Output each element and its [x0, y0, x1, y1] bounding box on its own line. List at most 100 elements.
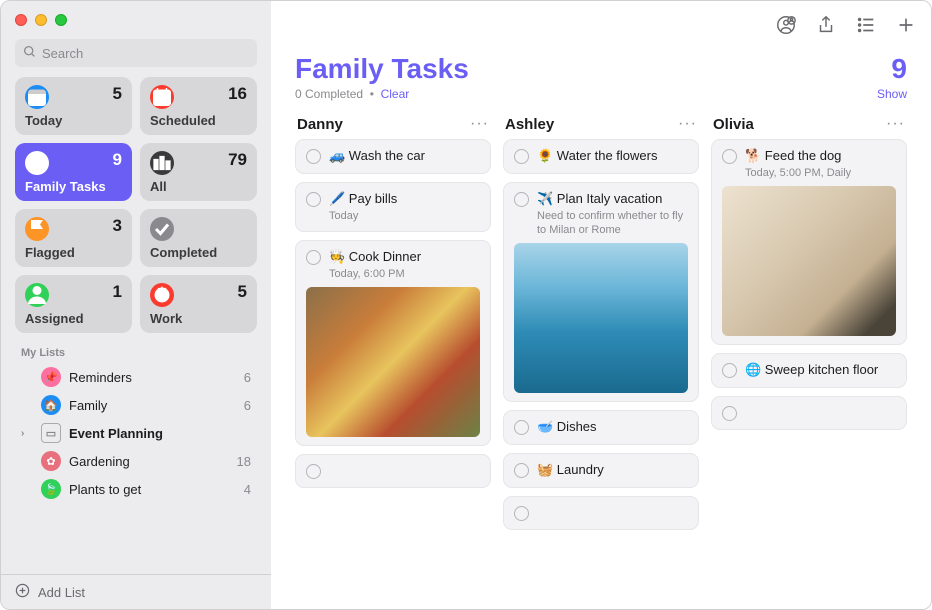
reminder-image — [722, 186, 896, 336]
smart-card-family[interactable]: 9 Family Tasks — [15, 143, 132, 201]
list-subheader: 0 Completed • Clear Show — [271, 87, 931, 111]
column: Danny ··· 🚙 Wash the car 🖊️ Pay billsToday 🧑… — [295, 111, 491, 599]
search-placeholder: Search — [42, 46, 83, 61]
list-group-event-planning[interactable]: › ▭ Event Planning — [7, 419, 265, 447]
reminder-checkbox[interactable] — [306, 192, 321, 207]
my-lists-header: My Lists — [7, 343, 265, 363]
smart-count: 1 — [113, 282, 122, 302]
clear-button[interactable]: Clear — [381, 87, 410, 101]
column-more-icon[interactable]: ··· — [678, 115, 697, 133]
smart-label: Completed — [150, 245, 217, 260]
share-icon[interactable] — [815, 14, 837, 36]
list-count: 6 — [244, 398, 251, 413]
reminder-title: 🌻 Water the flowers — [537, 148, 657, 165]
list-header: Family Tasks 9 — [271, 49, 931, 87]
list-item[interactable]: 📌Reminders6 — [7, 363, 265, 391]
smart-card-work[interactable]: 5 Work — [140, 275, 257, 333]
completed-icon — [150, 217, 174, 241]
reminder-card[interactable] — [711, 396, 907, 430]
list-icon: 🏠 — [41, 395, 61, 415]
reminder-title: 🌐 Sweep kitchen floor — [745, 362, 878, 379]
add-list-button[interactable]: Add List — [1, 574, 271, 609]
list-name: Plants to get — [69, 482, 236, 497]
reminder-checkbox[interactable] — [306, 464, 321, 479]
column: Olivia ··· 🐕 Feed the dogToday, 5:00 PM, D… — [711, 111, 907, 599]
smart-card-completed[interactable]: Completed — [140, 209, 257, 267]
reminder-title: 🖊️ Pay bills — [329, 191, 397, 208]
reminder-checkbox[interactable] — [722, 363, 737, 378]
family-icon — [25, 151, 49, 175]
column-header: Ashley··· — [503, 111, 699, 139]
search-icon — [23, 45, 36, 61]
reminder-checkbox[interactable] — [514, 420, 529, 435]
column-more-icon[interactable]: ··· — [886, 115, 905, 133]
reminder-title: ✈️ Plan Italy vacation — [537, 191, 662, 208]
smart-count: 16 — [228, 84, 247, 104]
show-button[interactable]: Show — [877, 87, 907, 101]
smart-count: 79 — [228, 150, 247, 170]
reminder-card[interactable]: 🧑‍🍳 Cook DinnerToday, 6:00 PM — [295, 240, 491, 446]
column-title: Olivia — [713, 116, 754, 133]
search-input[interactable]: Search — [15, 39, 257, 67]
reminder-checkbox[interactable] — [514, 149, 529, 164]
lists-section: My Lists 📌Reminders6🏠Family6 › ▭ Event P… — [1, 333, 271, 574]
smart-card-assigned[interactable]: 1 Assigned — [15, 275, 132, 333]
smart-card-all[interactable]: 79 All — [140, 143, 257, 201]
reminder-checkbox[interactable] — [514, 192, 529, 207]
list-title: Family Tasks — [295, 53, 469, 85]
reminder-card[interactable]: 🖊️ Pay billsToday — [295, 182, 491, 232]
plus-circle-icon — [15, 583, 30, 601]
minimize-window-button[interactable] — [35, 14, 47, 26]
columns-container: Danny ··· 🚙 Wash the car 🖊️ Pay billsToday 🧑… — [271, 111, 931, 609]
reminder-title: 🧺 Laundry — [537, 462, 604, 479]
add-reminder-icon[interactable] — [895, 14, 917, 36]
maximize-window-button[interactable] — [55, 14, 67, 26]
smart-label: Today — [25, 113, 62, 128]
today-icon — [25, 85, 49, 109]
reminder-subtitle: Today, 6:00 PM — [329, 267, 480, 281]
reminder-checkbox[interactable] — [306, 149, 321, 164]
list-name: Gardening — [69, 454, 229, 469]
smart-card-flagged[interactable]: 3 Flagged — [15, 209, 132, 267]
reminder-checkbox[interactable] — [306, 250, 321, 265]
reminder-checkbox[interactable] — [722, 149, 737, 164]
share-people-icon[interactable] — [775, 14, 797, 36]
reminder-card[interactable]: 🐕 Feed the dogToday, 5:00 PM, Daily — [711, 139, 907, 345]
smart-lists-grid: 5 Today 16 Scheduled 9 Family Tasks 79 A… — [1, 77, 271, 333]
reminder-checkbox[interactable] — [514, 463, 529, 478]
list-view-icon[interactable] — [855, 14, 877, 36]
reminder-card[interactable]: ✈️ Plan Italy vacationNeed to confirm wh… — [503, 182, 699, 402]
reminder-card[interactable]: 🚙 Wash the car — [295, 139, 491, 174]
reminder-checkbox[interactable] — [722, 406, 737, 421]
reminder-card[interactable] — [503, 496, 699, 530]
reminder-card[interactable] — [295, 454, 491, 488]
list-name: Family — [69, 398, 236, 413]
list-count: 4 — [244, 482, 251, 497]
reminder-card[interactable]: 🥣 Dishes — [503, 410, 699, 445]
column-title: Danny — [297, 116, 343, 133]
reminder-card[interactable]: 🧺 Laundry — [503, 453, 699, 488]
list-item[interactable]: ✿ Gardening 18 — [7, 447, 265, 475]
list-count: 18 — [237, 454, 251, 469]
reminder-title: 🚙 Wash the car — [329, 148, 425, 165]
reminder-card[interactable]: 🌻 Water the flowers — [503, 139, 699, 174]
smart-label: Assigned — [25, 311, 84, 326]
list-count: 6 — [244, 370, 251, 385]
sidebar: Search 5 Today 16 Scheduled 9 Family Tas… — [1, 1, 271, 609]
list-name: Reminders — [69, 370, 236, 385]
close-window-button[interactable] — [15, 14, 27, 26]
list-item[interactable]: 🍃Plants to get4 — [7, 475, 265, 503]
smart-count: 3 — [113, 216, 122, 236]
completed-count: 0 Completed — [295, 87, 363, 101]
reminder-title: 🧑‍🍳 Cook Dinner — [329, 249, 421, 266]
list-item[interactable]: 🏠 Family 6 — [7, 391, 265, 419]
smart-card-today[interactable]: 5 Today — [15, 77, 132, 135]
smart-count: 5 — [238, 282, 247, 302]
smart-card-scheduled[interactable]: 16 Scheduled — [140, 77, 257, 135]
reminder-card[interactable]: 🌐 Sweep kitchen floor — [711, 353, 907, 388]
column-header: Danny ··· — [295, 111, 491, 139]
list-icon: ✿ — [41, 451, 61, 471]
column-more-icon[interactable]: ··· — [470, 115, 489, 133]
smart-count: 9 — [113, 150, 122, 170]
reminder-checkbox[interactable] — [514, 506, 529, 521]
